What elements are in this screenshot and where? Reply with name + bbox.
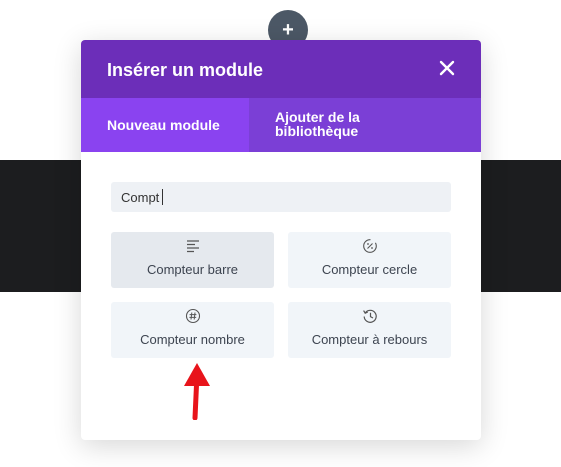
modal-tabs: Nouveau module Ajouter de la bibliothèqu… (81, 98, 481, 152)
modal-title: Insérer un module (107, 60, 264, 80)
history-clock-icon (362, 308, 378, 324)
module-label: Compteur cercle (321, 262, 418, 277)
module-tile-compteur-nombre[interactable]: Compteur nombre (111, 302, 274, 358)
modal-header: Insérer un module (81, 40, 481, 98)
tab-new-module[interactable]: Nouveau module (81, 98, 249, 152)
module-tile-compteur-barre[interactable]: Compteur barre (111, 232, 274, 288)
hash-circle-icon (185, 308, 201, 324)
module-tile-compteur-a-rebours[interactable]: Compteur à rebours (288, 302, 451, 358)
align-left-icon (185, 238, 201, 254)
plus-icon: + (282, 19, 294, 41)
insert-module-modal: Insérer un module Nouveau module Ajouter… (81, 40, 481, 440)
circle-percent-icon (362, 238, 378, 254)
text-cursor (162, 189, 163, 205)
module-label: Compteur barre (146, 262, 239, 277)
module-tile-compteur-cercle[interactable]: Compteur cercle (288, 232, 451, 288)
close-icon[interactable] (435, 56, 459, 80)
module-label: Compteur à rebours (311, 332, 428, 347)
tab-add-from-library[interactable]: Ajouter de la bibliothèque (249, 98, 369, 152)
module-label: Compteur nombre (140, 332, 245, 347)
red-annotation-arrow (184, 363, 210, 420)
